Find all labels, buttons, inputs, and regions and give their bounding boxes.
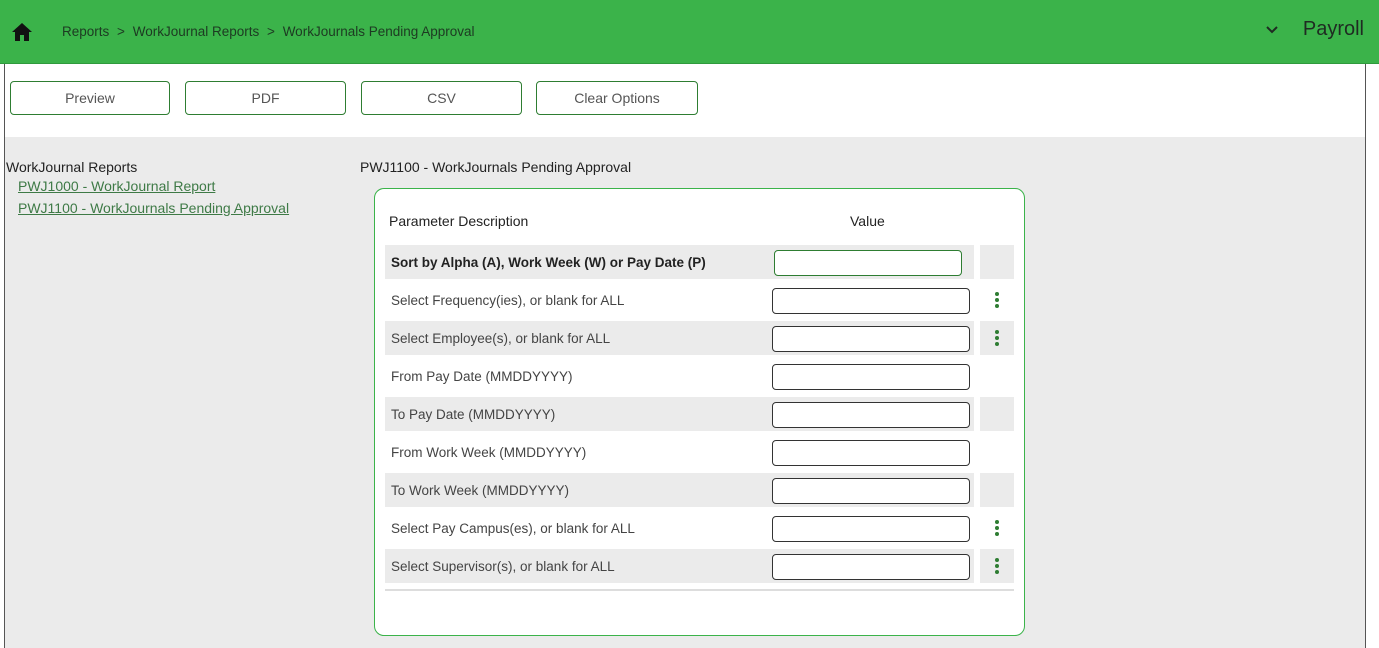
param-label: Select Employee(s), or blank for ALL (385, 321, 774, 355)
param-row: From Pay Date (MMDDYYYY) (385, 359, 1014, 397)
param-row: Select Pay Campus(es), or blank for ALL (385, 511, 1014, 549)
breadcrumb-item-current: WorkJournals Pending Approval (282, 24, 475, 39)
employee-input[interactable] (772, 326, 970, 352)
lookup-kebab-icon[interactable] (994, 291, 1000, 309)
param-label: From Pay Date (MMDDYYYY) (391, 368, 573, 384)
from-pay-date-input[interactable] (772, 364, 970, 390)
lookup-kebab-icon[interactable] (994, 519, 1000, 537)
from-work-week-input[interactable] (772, 440, 970, 466)
column-header-value: Value (850, 213, 885, 229)
param-label: From Work Week (MMDDYYYY) (391, 444, 587, 460)
lookup-cell (980, 245, 1014, 279)
csv-button[interactable]: CSV (361, 81, 522, 115)
sidebar-item-pwj1000[interactable]: PWJ1000 - WorkJournal Report (18, 178, 215, 194)
lookup-cell (980, 397, 1014, 431)
param-row: From Work Week (MMDDYYYY) (385, 435, 1014, 473)
module-switcher[interactable]: Payroll (1265, 18, 1364, 41)
to-pay-date-input[interactable] (772, 402, 970, 428)
breadcrumb-separator: > (117, 24, 125, 39)
param-label: To Work Week (MMDDYYYY) (385, 473, 774, 507)
breadcrumb-separator: > (267, 24, 275, 39)
param-label: Select Pay Campus(es), or blank for ALL (391, 520, 635, 536)
param-row: Select Employee(s), or blank for ALL (385, 321, 1014, 359)
lookup-cell (980, 321, 1014, 355)
param-row: To Work Week (MMDDYYYY) (385, 473, 1014, 511)
panel-divider (385, 589, 1014, 591)
report-title: PWJ1100 - WorkJournals Pending Approval (360, 159, 632, 175)
parameters-panel: Parameter Description Value Sort by Alph… (374, 188, 1025, 636)
param-row: Select Frequency(ies), or blank for ALL (385, 283, 1014, 321)
lookup-kebab-icon[interactable] (994, 329, 1000, 347)
sidebar-item-pwj1100[interactable]: PWJ1100 - WorkJournals Pending Approval (18, 200, 289, 216)
breadcrumb: Reports > WorkJournal Reports > WorkJour… (62, 24, 475, 39)
lookup-kebab-icon[interactable] (994, 557, 1000, 575)
supervisor-input[interactable] (772, 554, 970, 580)
param-row: Select Supervisor(s), or blank for ALL (385, 549, 1014, 587)
chevron-down-icon (1266, 25, 1278, 33)
sidebar-title: WorkJournal Reports (6, 159, 138, 175)
breadcrumb-item-workjournal-reports[interactable]: WorkJournal Reports (133, 24, 260, 39)
breadcrumb-item-reports[interactable]: Reports (62, 24, 109, 39)
sort-order-input[interactable] (774, 250, 962, 276)
column-header-description: Parameter Description (389, 213, 529, 229)
frequency-input[interactable] (772, 288, 970, 314)
lookup-cell (980, 283, 1014, 317)
home-icon[interactable] (11, 22, 33, 42)
param-label: To Pay Date (MMDDYYYY) (385, 397, 774, 431)
param-label: Select Frequency(ies), or blank for ALL (391, 292, 625, 308)
lookup-cell (980, 473, 1014, 507)
param-row: To Pay Date (MMDDYYYY) (385, 397, 1014, 435)
module-label: Payroll (1302, 18, 1364, 40)
pay-campus-input[interactable] (772, 516, 970, 542)
param-label: Select Supervisor(s), or blank for ALL (385, 549, 774, 583)
pdf-button[interactable]: PDF (185, 81, 346, 115)
report-toolbar: Preview PDF CSV Clear Options (5, 64, 1365, 137)
clear-options-button[interactable]: Clear Options (536, 81, 698, 115)
param-label: Sort by Alpha (A), Work Week (W) or Pay … (385, 245, 774, 279)
lookup-cell (980, 549, 1014, 583)
top-nav-bar: Reports > WorkJournal Reports > WorkJour… (0, 0, 1379, 64)
param-row: Sort by Alpha (A), Work Week (W) or Pay … (385, 245, 1014, 283)
lookup-cell (980, 511, 1014, 545)
preview-button[interactable]: Preview (10, 81, 170, 115)
to-work-week-input[interactable] (772, 478, 970, 504)
